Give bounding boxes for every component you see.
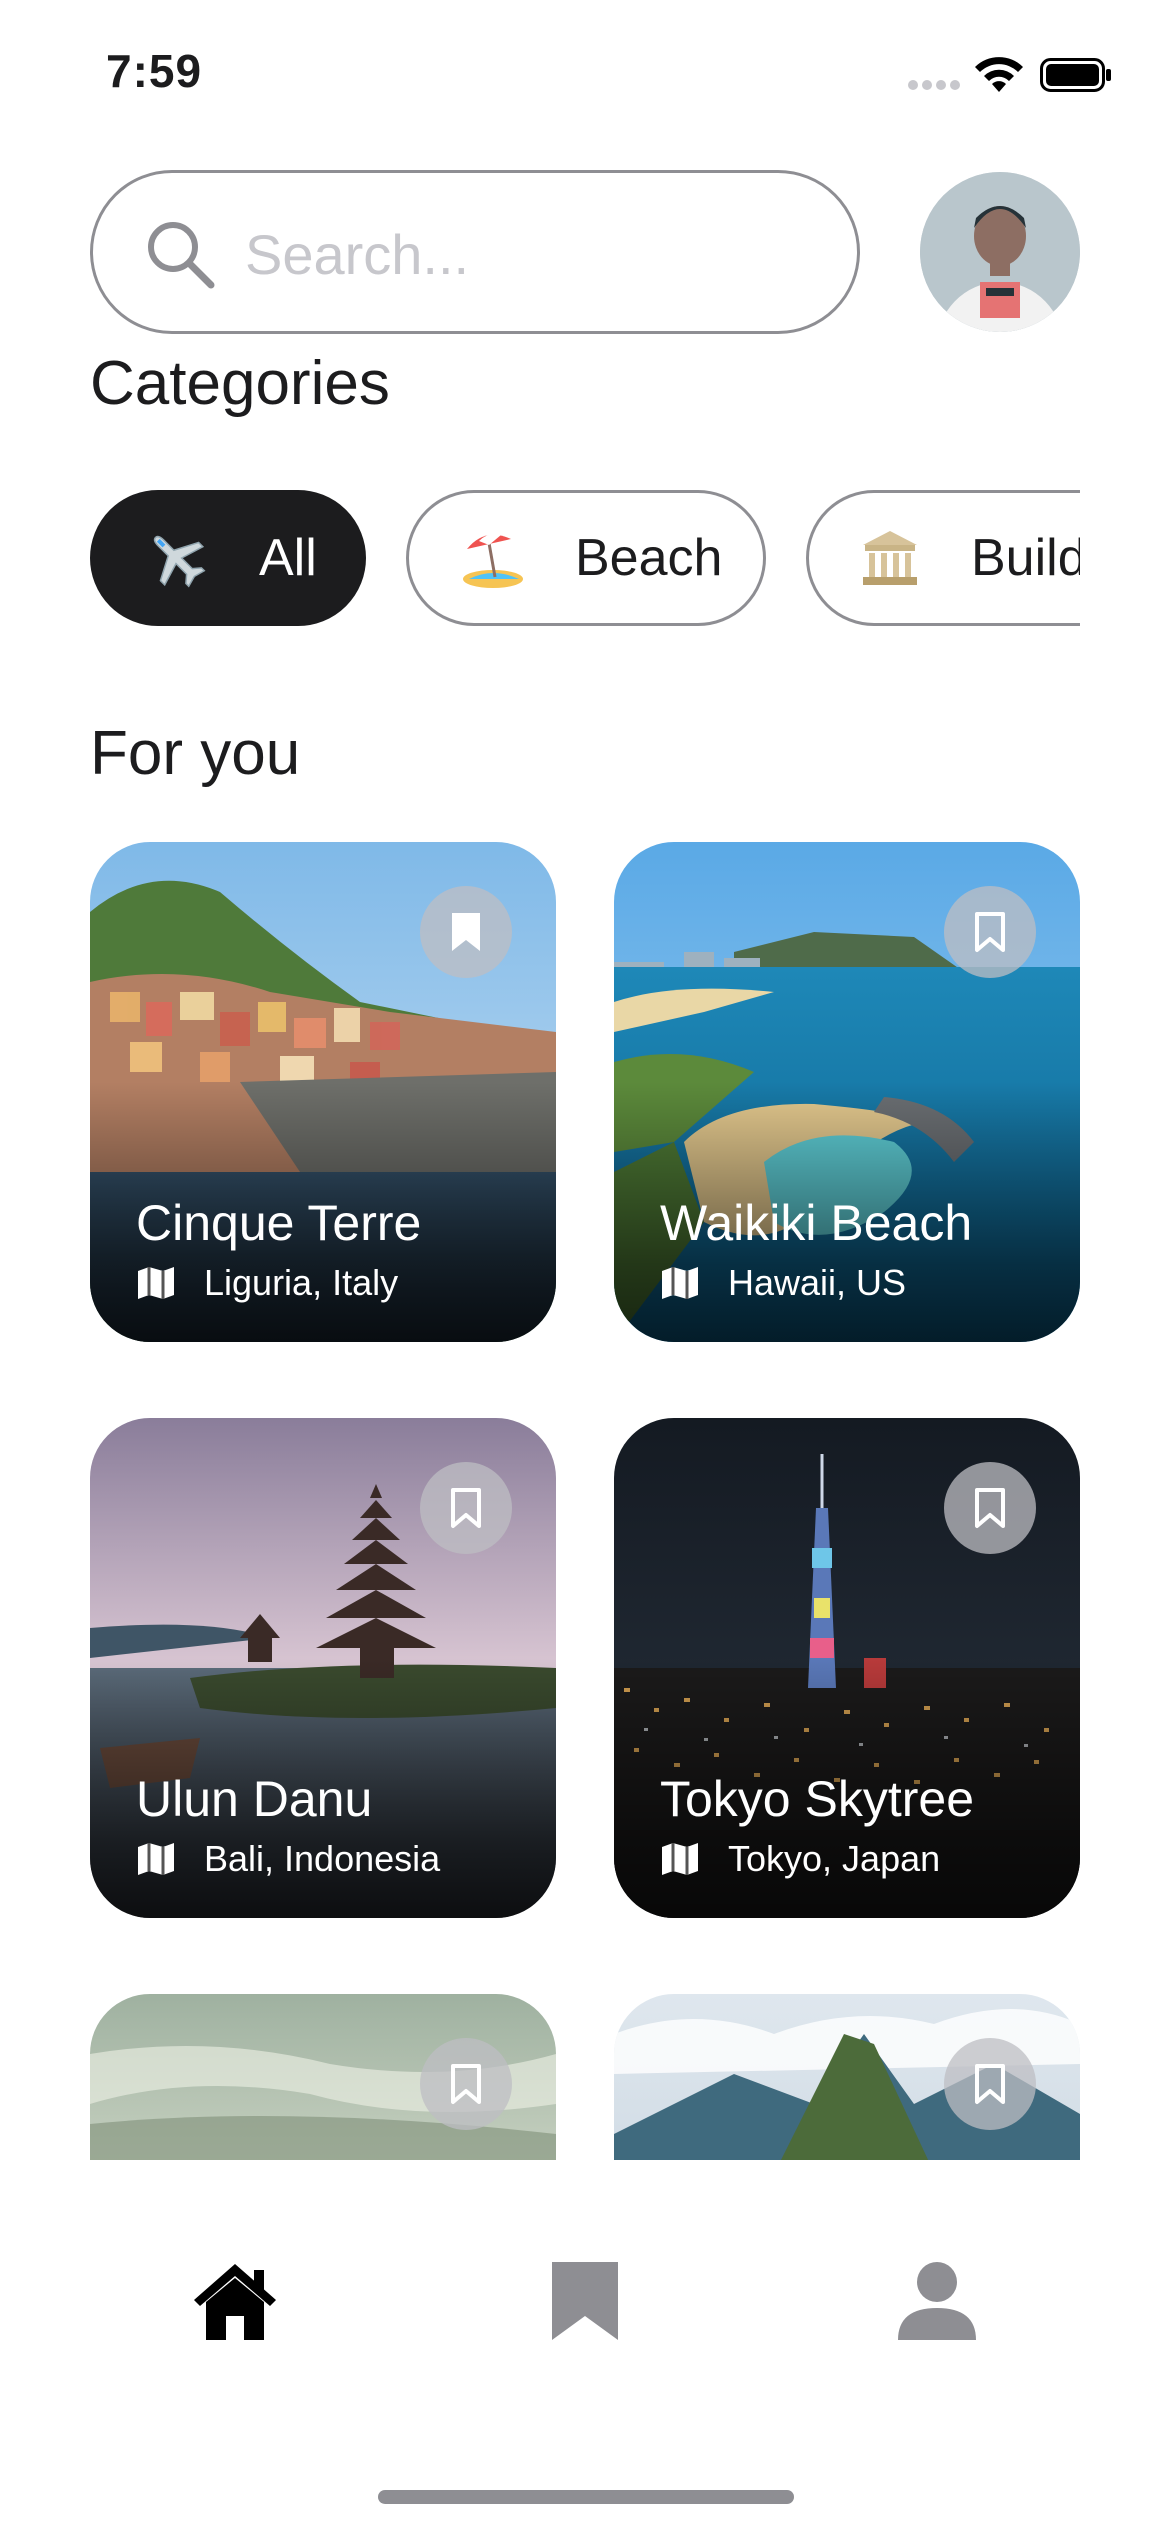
bookmark-filled-icon [452, 913, 480, 951]
place-location: Bali, Indonesia [136, 1838, 440, 1880]
bookmark-outline-icon [975, 2064, 1005, 2104]
place-name: Cinque Terre [136, 1195, 422, 1251]
tab-profile[interactable] [892, 2256, 982, 2346]
classical-building-icon [857, 523, 923, 593]
place-card[interactable]: Ulun Danu Bali, Indonesia [90, 1418, 556, 1918]
place-location: Liguria, Italy [136, 1262, 398, 1304]
place-card[interactable]: Cinque Terre Liguria, Italy [90, 842, 556, 1342]
category-chip-beach[interactable]: Beach [406, 490, 766, 626]
avatar[interactable] [920, 172, 1080, 332]
bookmark-outline-icon [451, 1488, 481, 1528]
category-chip-label: Buildings [971, 529, 1080, 587]
bookmark-outline-icon [975, 912, 1005, 952]
bookmark-button[interactable] [420, 2038, 512, 2130]
place-name: Ulun Danu [136, 1771, 373, 1827]
bookmark-button[interactable] [944, 2038, 1036, 2130]
place-location: Hawaii, US [660, 1262, 906, 1304]
category-chip-label: Beach [575, 529, 723, 587]
cellular-signal-icon [908, 80, 960, 94]
tab-bookmarks[interactable] [540, 2256, 630, 2346]
tab-home[interactable] [190, 2256, 280, 2346]
bookmark-button[interactable] [944, 1462, 1036, 1554]
map-icon [662, 1843, 698, 1875]
status-time: 7:59 [106, 45, 203, 97]
map-icon [138, 1843, 174, 1875]
bookmark-outline-icon [451, 2064, 481, 2104]
category-chip-all[interactable]: All [90, 490, 366, 626]
categories-heading: Categories [90, 356, 390, 418]
place-card[interactable]: Tokyo Skytree Tokyo, Japan [614, 1418, 1080, 1918]
for-you-heading: For you [90, 719, 301, 788]
category-chip-label: All [259, 529, 317, 587]
battery-icon [1040, 58, 1111, 92]
category-chips[interactable]: All Beach Buildings [90, 490, 1080, 626]
place-location: Tokyo, Japan [660, 1838, 940, 1880]
home-indicator[interactable] [378, 2490, 794, 2504]
beach-umbrella-icon [457, 523, 527, 593]
place-name: Waikiki Beach [660, 1195, 973, 1251]
search-icon [148, 222, 215, 289]
search-bar[interactable] [90, 170, 860, 334]
wifi-icon [975, 57, 1023, 92]
bookmark-icon [552, 2262, 618, 2340]
place-name: Tokyo Skytree [660, 1771, 975, 1827]
bookmark-button[interactable] [420, 1462, 512, 1554]
bookmark-button[interactable] [420, 886, 512, 978]
map-icon [662, 1267, 698, 1299]
search-input[interactable] [245, 211, 805, 297]
place-card[interactable]: Waikiki Beach Hawaii, US [614, 842, 1080, 1342]
bookmark-outline-icon [975, 1488, 1005, 1528]
airplane-icon [141, 523, 211, 593]
avatar-photo [920, 172, 1080, 332]
bookmark-button[interactable] [944, 886, 1036, 978]
category-chip-buildings[interactable]: Buildings [806, 490, 1080, 626]
home-icon [194, 2264, 276, 2340]
map-icon [138, 1267, 174, 1299]
person-icon [898, 2262, 976, 2340]
status-bar: 7:59 [0, 0, 1170, 150]
